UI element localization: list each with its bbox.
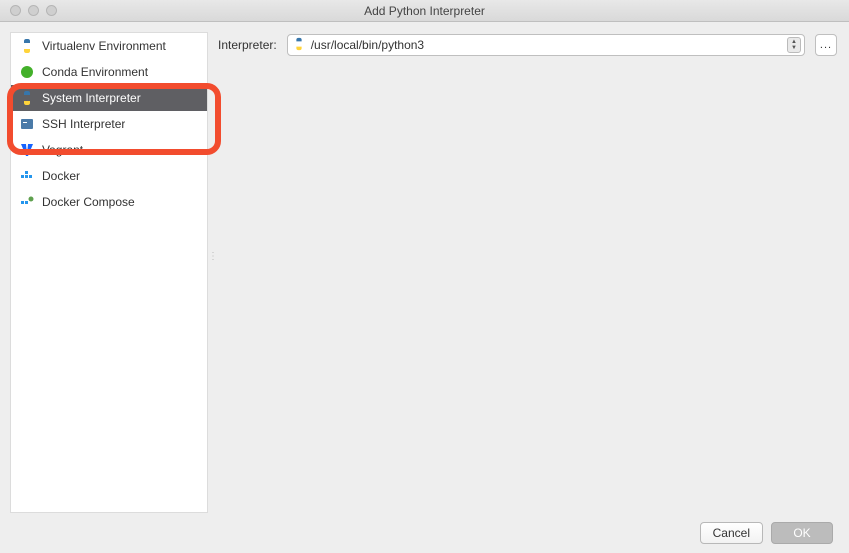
window-controls [0,5,57,16]
vagrant-icon [19,142,35,158]
interpreter-label: Interpreter: [218,38,277,52]
browse-button[interactable]: ... [815,34,837,56]
sidebar-item-label: Vagrant [42,143,83,157]
sidebar-item-ssh[interactable]: SSH Interpreter [11,111,207,137]
ok-button[interactable]: OK [771,522,833,544]
dialog-footer: Cancel OK [0,513,849,553]
minimize-window-button[interactable] [28,5,39,16]
close-window-button[interactable] [10,5,21,16]
main-panel: Interpreter: /usr/local/bin/python3 ▲▼ .… [218,32,837,513]
sidebar-item-system-interpreter[interactable]: System Interpreter [11,85,207,111]
sidebar-item-label: System Interpreter [42,91,141,105]
python-icon [19,90,35,106]
sidebar-item-label: Docker [42,169,80,183]
sidebar-item-label: SSH Interpreter [42,117,125,131]
sidebar-resize-handle[interactable]: ⋮ [208,255,213,275]
sidebar-item-label: Conda Environment [42,65,148,79]
ssh-icon [19,116,35,132]
sidebar: Virtualenv Environment Conda Environment… [10,32,208,513]
sidebar-item-label: Docker Compose [42,195,135,209]
python-icon [292,37,306,54]
sidebar-item-virtualenv[interactable]: Virtualenv Environment [11,33,207,59]
window-title: Add Python Interpreter [0,4,849,18]
titlebar: Add Python Interpreter [0,0,849,22]
cancel-button[interactable]: Cancel [700,522,763,544]
sidebar-item-docker-compose[interactable]: Docker Compose [11,189,207,215]
interpreter-select[interactable]: /usr/local/bin/python3 ▲▼ [287,34,805,56]
sidebar-item-conda[interactable]: Conda Environment [11,59,207,85]
sidebar-item-vagrant[interactable]: Vagrant [11,137,207,163]
interpreter-value: /usr/local/bin/python3 [311,38,424,52]
python-icon [19,38,35,54]
zoom-window-button[interactable] [46,5,57,16]
sidebar-item-label: Virtualenv Environment [42,39,166,53]
sidebar-item-docker[interactable]: Docker [11,163,207,189]
conda-icon [19,64,35,80]
dropdown-stepper-icon[interactable]: ▲▼ [787,37,801,53]
docker-icon [19,168,35,184]
docker-compose-icon [19,194,35,210]
